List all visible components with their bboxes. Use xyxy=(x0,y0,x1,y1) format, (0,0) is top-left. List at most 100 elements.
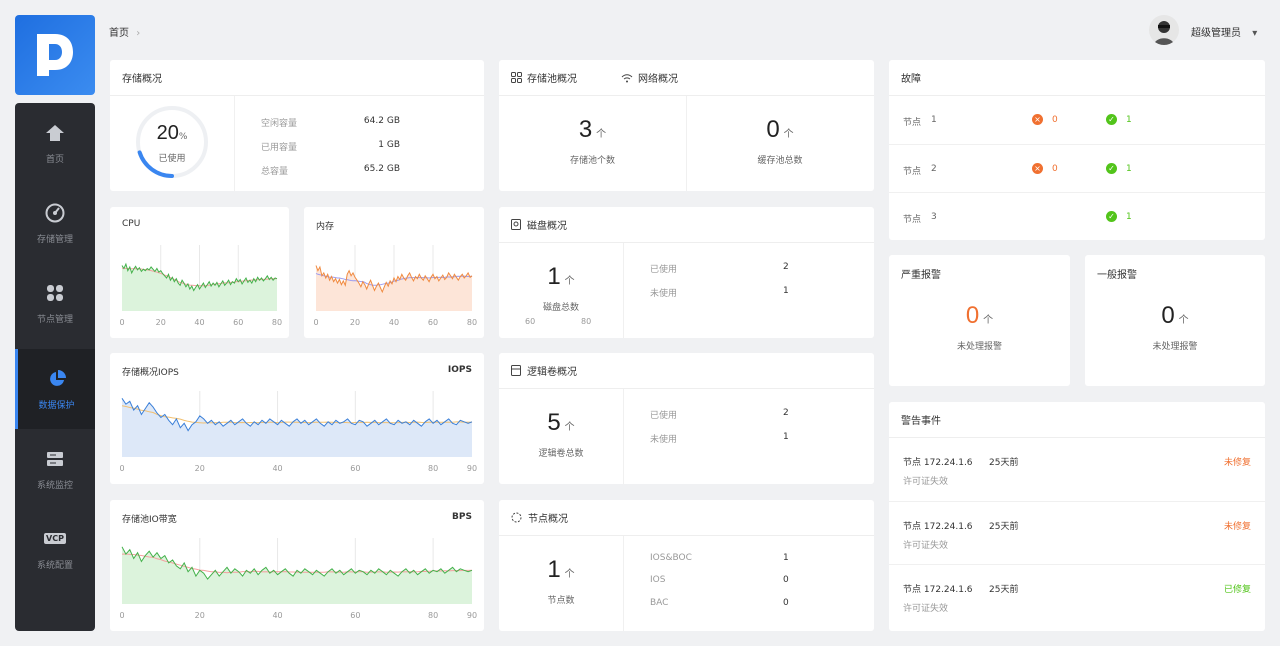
event-status[interactable]: 未修复 xyxy=(1224,519,1251,532)
fault-ok-count: 1 xyxy=(1126,212,1132,222)
tab-pool[interactable]: 存储池概况 xyxy=(511,70,577,85)
disk-icon xyxy=(511,219,521,230)
fault-node-num: 1 xyxy=(931,115,937,125)
x-tick-label: 20 xyxy=(350,318,360,327)
event-item[interactable]: 节点 172.24.1.6 25天前 未修复 许可证失效 xyxy=(889,501,1265,564)
pie-icon xyxy=(46,368,68,390)
iops-chart: 0 20 40 60 80 90 xyxy=(119,391,477,473)
vcp-badge: VCP xyxy=(44,533,66,544)
vcp-icon: VCP xyxy=(44,528,66,550)
x-tick-label: 40 xyxy=(272,611,282,620)
x-tick-label: 40 xyxy=(194,318,204,327)
memory-chart: 0 20 40 60 80 xyxy=(313,245,477,327)
lvm-total: 5个 xyxy=(547,409,575,436)
event-item[interactable]: 节点 172.24.1.6 25天前 已修复 许可证失效 xyxy=(889,564,1265,627)
chevron-down-icon: ▾ xyxy=(1252,28,1258,39)
wifi-icon xyxy=(621,73,633,82)
sidebar-item-label: 首页 xyxy=(45,154,64,165)
ok-icon: ✓ xyxy=(1106,163,1117,174)
severe-alarm-card: 严重报警 0个 未处理报警 xyxy=(889,255,1070,386)
gauge-icon xyxy=(44,202,66,224)
user-name: 超级管理员 xyxy=(1191,28,1241,39)
x-tick-label: 0 xyxy=(119,611,124,620)
event-time: 25天前 xyxy=(989,458,1019,468)
sidebar-item-label: 节点管理 xyxy=(36,314,73,325)
breadcrumb-home[interactable]: 首页 xyxy=(109,28,129,39)
severe-alarm-count: 0个 xyxy=(965,302,994,329)
usage-percent: 20% xyxy=(156,122,188,144)
fault-ok-count: 1 xyxy=(1126,164,1132,174)
disk-card: 磁盘概况 1个 磁盘总数 60 80 已使用 2 未使用 1 xyxy=(499,207,874,338)
sidebar-item-label: 系统配置 xyxy=(36,560,73,571)
fault-node-label: 节点 xyxy=(903,215,922,225)
event-item[interactable]: 节点 172.24.1.6 25天前 未修复 许可证失效 xyxy=(889,438,1265,501)
sidebar-item-config[interactable]: VCP 系统配置 xyxy=(15,509,95,589)
free-capacity-value: 64.2 GB xyxy=(363,116,400,126)
sidebar-item-label: 数据保护 xyxy=(38,400,75,411)
disk-used-label: 已使用 xyxy=(650,265,678,275)
lvm-used-value: 2 xyxy=(783,408,789,418)
fault-node-num: 2 xyxy=(931,164,937,174)
fault-row[interactable]: 节点 3 ✓ 1 xyxy=(889,192,1265,240)
normal-alarm-count: 0个 xyxy=(1161,302,1189,329)
series-area xyxy=(122,398,472,457)
node-total-label: 节点数 xyxy=(547,596,575,606)
sidebar-item-label: 存储管理 xyxy=(36,234,73,245)
disk-unused-value: 1 xyxy=(783,286,789,296)
grid-icon xyxy=(511,72,522,83)
x-tick-label: 0 xyxy=(119,318,124,327)
memory-chart-card: 内存 0 20 40 60 80 xyxy=(304,207,484,338)
event-time: 25天前 xyxy=(989,585,1019,595)
used-capacity-value: 1 GB xyxy=(378,140,400,150)
free-capacity-label: 空闲容量 xyxy=(261,119,298,129)
sidebar-item-label: 系统监控 xyxy=(36,480,73,491)
sidebar-item-storage[interactable]: 存储管理 xyxy=(15,183,95,263)
x-tick-label: 60 xyxy=(233,318,243,327)
card-title: 警告事件 xyxy=(889,402,1265,438)
lvm-unused-label: 未使用 xyxy=(650,435,678,445)
cpu-chart-card: CPU 0 20 40 60 80 xyxy=(110,207,289,338)
x-tick-label: 20 xyxy=(156,318,166,327)
event-node: 节点 172.24.1.6 xyxy=(903,458,973,468)
x-tick-label: 20 xyxy=(195,611,205,620)
event-status[interactable]: 已修复 xyxy=(1224,582,1251,595)
events-card: 警告事件 节点 172.24.1.6 25天前 未修复 许可证失效 节点 172.24.… xyxy=(889,402,1265,631)
series-area xyxy=(122,546,472,604)
error-icon: × xyxy=(1032,114,1043,125)
total-capacity-label: 总容量 xyxy=(261,167,289,177)
x-tick-label: 40 xyxy=(272,464,282,473)
ok-icon: ✓ xyxy=(1106,114,1117,125)
axis-label: 80 xyxy=(581,317,592,326)
fault-node-label: 节点 xyxy=(903,118,922,128)
ok-icon: ✓ xyxy=(1106,211,1117,222)
sidebar-item-nodes[interactable]: 节点管理 xyxy=(15,263,95,343)
sidebar-item-home[interactable]: 首页 xyxy=(15,103,95,183)
fault-row[interactable]: 节点 2 × 0 ✓ 1 xyxy=(889,144,1265,192)
tab-network[interactable]: 网络概况 xyxy=(621,70,678,85)
sidebar-item-monitor[interactable]: 系统监控 xyxy=(15,429,95,509)
node-total: 1个 xyxy=(547,556,575,583)
card-title: 一般报警 xyxy=(1097,269,1137,281)
used-capacity-label: 已用容量 xyxy=(261,143,298,153)
event-desc: 许可证失效 xyxy=(903,541,949,551)
x-tick-label: 0 xyxy=(119,464,124,473)
disk-used-value: 2 xyxy=(783,262,789,272)
iops-chart-card: 存储概况IOPS IOPS 0 20 40 60 80 90 xyxy=(110,353,484,484)
axis-label: 60 xyxy=(525,317,536,326)
card-title: 逻辑卷概况 xyxy=(499,353,874,389)
node-type-label: BAC xyxy=(650,598,669,608)
disk-unused-label: 未使用 xyxy=(650,289,678,299)
x-tick-label: 60 xyxy=(350,611,360,620)
user-menu[interactable]: 超级管理员 ▾ xyxy=(1191,24,1257,39)
cache-count: 0个 xyxy=(766,116,794,143)
event-time: 25天前 xyxy=(989,522,1019,532)
sidebar-item-data-protection[interactable]: 数据保护 xyxy=(15,349,95,429)
fault-error-count: 0 xyxy=(1052,164,1058,174)
event-status[interactable]: 未修复 xyxy=(1224,455,1251,468)
app-logo[interactable] xyxy=(15,15,95,95)
fault-row[interactable]: 节点 1 × 0 ✓ 1 xyxy=(889,96,1265,144)
bandwidth-chart: 0 20 40 60 80 90 xyxy=(119,538,477,620)
cpu-chart: 0 20 40 60 80 xyxy=(119,245,282,327)
avatar[interactable] xyxy=(1149,15,1179,45)
lvm-used-label: 已使用 xyxy=(650,411,678,421)
